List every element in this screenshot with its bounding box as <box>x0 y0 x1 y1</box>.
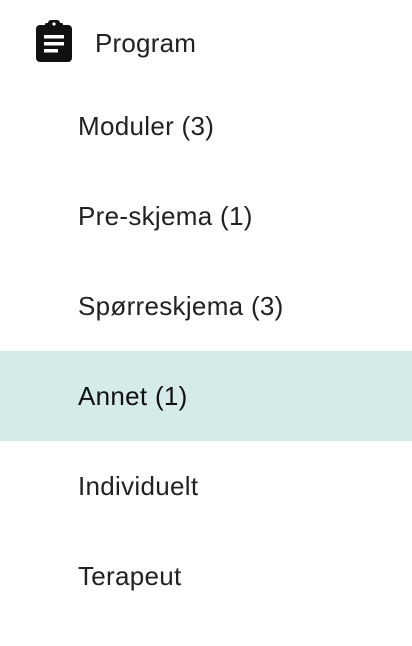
nav-item-label: Pre-skjema (1) <box>78 201 253 231</box>
header-title: Program <box>95 28 197 58</box>
nav-item-label: Spørreskjema (3) <box>78 291 284 321</box>
nav-item-label: Terapeut <box>78 561 182 591</box>
nav-item-pre-skjema[interactable]: Pre-skjema (1) <box>0 171 412 261</box>
nav-item-sporreskjema[interactable]: Spørreskjema (3) <box>0 261 412 351</box>
nav-item-terapeut[interactable]: Terapeut <box>0 531 412 621</box>
clipboard-icon <box>36 20 72 62</box>
program-header[interactable]: Program <box>0 0 412 86</box>
nav-item-label: Annet (1) <box>78 381 188 411</box>
nav-item-annet[interactable]: Annet (1) <box>0 351 412 441</box>
nav-item-moduler[interactable]: Moduler (3) <box>0 90 412 171</box>
nav-item-label: Moduler (3) <box>78 111 215 141</box>
nav-item-individuelt[interactable]: Individuelt <box>0 441 412 531</box>
nav-list: Moduler (3) Pre-skjema (1) Spørreskjema … <box>0 99 412 621</box>
nav-item-label: Individuelt <box>78 471 199 501</box>
program-navigation: Program Moduler (3) Pre-skjema (1) Spørr… <box>0 0 412 646</box>
